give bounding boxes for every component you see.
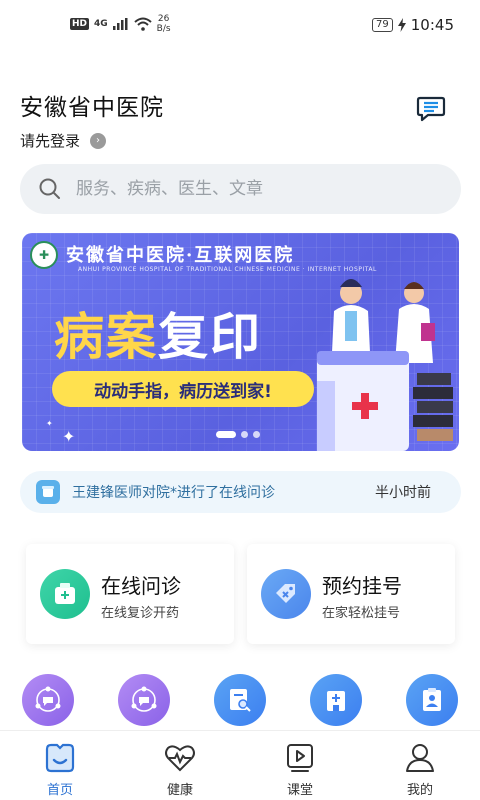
quick-entry-3[interactable]	[214, 674, 266, 726]
notice-icon-glyph	[42, 486, 54, 497]
hospital-logo-icon: ✚	[30, 241, 58, 269]
login-prompt[interactable]: 请先登录	[20, 130, 80, 151]
doctors-printer-illustration	[317, 279, 453, 451]
tab-label[interactable]: 课堂	[287, 779, 313, 798]
bottom-tab-bar: 首页 健康 课堂 我的	[0, 730, 480, 800]
clipboard-person-icon	[423, 688, 441, 711]
chevron-right-icon[interactable]: ›	[90, 132, 107, 149]
signal-bars-icon	[112, 18, 128, 30]
signal-type: 4G	[94, 19, 108, 29]
quick-entry-2[interactable]	[118, 674, 170, 726]
sparkle-icon: ✦	[46, 419, 53, 428]
banner-hospital-name: 安徽省中医院·互联网医院	[66, 245, 295, 266]
search-input[interactable]	[76, 179, 416, 199]
tab-classroom[interactable]: 课堂	[252, 731, 348, 800]
net-speed-unit: B/s	[156, 24, 171, 34]
card-subtitle: 在线复诊开药	[101, 606, 180, 621]
tab-home[interactable]: 首页	[12, 731, 108, 800]
message-icon[interactable]	[416, 93, 446, 123]
cup-icon	[36, 480, 60, 504]
status-right: 79 10:45	[372, 16, 454, 34]
message-button[interactable]	[416, 93, 446, 123]
quick-entry-1[interactable]	[22, 674, 74, 726]
status-bar: HD 4G 26 B/s 79 10:45	[0, 0, 480, 56]
tab-mine[interactable]: 我的	[372, 731, 468, 800]
chat-network-icon	[131, 686, 157, 712]
banner-title-part2: 复印	[158, 308, 262, 366]
promo-banner[interactable]: ✚ 安徽省中医院·互联网医院 ANHUI PROVINCE HOSPITAL O…	[22, 233, 459, 451]
report-search-icon	[230, 689, 251, 712]
banner-title: 病案复印	[54, 297, 262, 369]
card-title: 预约挂号	[322, 574, 402, 598]
notice-text: 王建锋医师对院*进行了在线问诊	[72, 485, 275, 501]
online-consultation-card[interactable]: 在线问诊 在线复诊开药	[26, 544, 234, 644]
video-play-icon[interactable]	[283, 741, 317, 775]
chat-network-icon	[35, 686, 61, 712]
appointment-card[interactable]: 预约挂号 在家轻松挂号	[247, 544, 455, 644]
hospital-building-icon	[327, 691, 345, 711]
home-smile-icon[interactable]	[43, 741, 77, 775]
notice-time: 半小时前	[375, 485, 431, 501]
clock: 10:45	[410, 16, 454, 34]
search-icon	[39, 178, 60, 199]
card-subtitle: 在家轻松挂号	[322, 606, 401, 621]
quick-entry-4[interactable]	[310, 674, 362, 726]
heart-pulse-icon[interactable]	[163, 741, 197, 775]
tag-icon	[261, 569, 311, 619]
wifi-icon	[134, 17, 152, 31]
net-speed-value: 26	[157, 14, 170, 24]
notice-bar[interactable]: 王建锋医师对院*进行了在线问诊 半小时前	[20, 471, 461, 513]
charging-icon	[397, 18, 406, 32]
medicine-box-icon	[40, 569, 90, 619]
tab-label[interactable]: 首页	[47, 779, 73, 798]
status-left: HD 4G 26 B/s	[70, 14, 171, 34]
hd-badge: HD	[70, 18, 90, 30]
carousel-dot[interactable]	[253, 431, 260, 438]
banner-title-part1: 病案	[54, 308, 158, 366]
banner-slogan: 动动手指，病历送到家!	[52, 371, 314, 407]
tab-label[interactable]: 我的	[407, 779, 433, 798]
battery-level: 79	[372, 18, 393, 32]
tab-health[interactable]: 健康	[132, 731, 228, 800]
search-bar[interactable]	[20, 164, 461, 214]
login-link[interactable]: 请先登录 ›	[20, 130, 107, 151]
tab-label[interactable]: 健康	[167, 779, 193, 798]
carousel-dot[interactable]	[241, 431, 248, 438]
carousel-dot-active[interactable]	[216, 431, 236, 438]
quick-entry-5[interactable]	[406, 674, 458, 726]
card-title: 在线问诊	[101, 574, 181, 598]
page-title: 安徽省中医院	[20, 95, 164, 121]
user-icon[interactable]	[403, 741, 437, 775]
sparkle-icon: ✦	[62, 427, 76, 446]
net-speed: 26 B/s	[157, 14, 171, 34]
carousel-indicator[interactable]	[216, 431, 260, 438]
